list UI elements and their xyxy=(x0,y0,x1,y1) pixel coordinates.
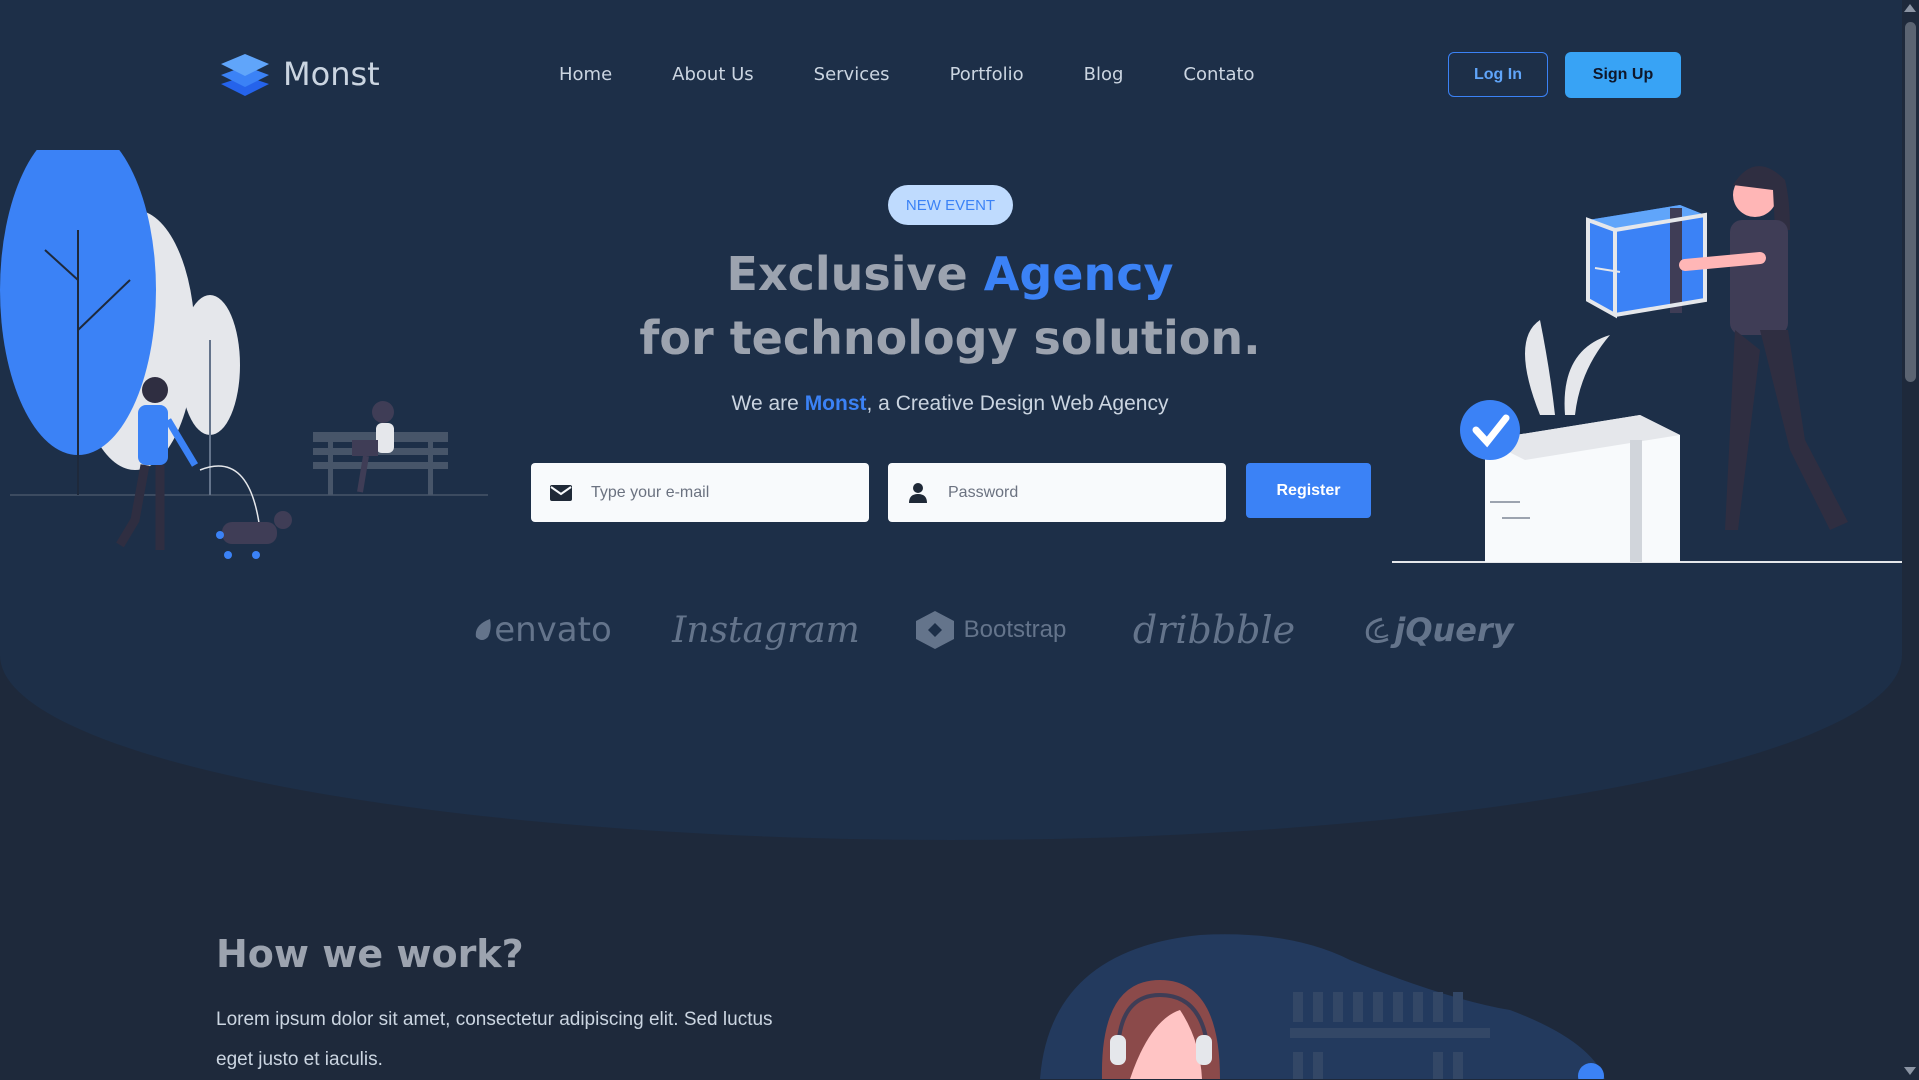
bootstrap-icon xyxy=(915,611,954,649)
partner-logos: envato Instagram Bootstrap dribbble jQue… xyxy=(430,600,1550,660)
bootstrap-logo: Bootstrap xyxy=(878,600,1102,660)
brand-logo[interactable]: Monst xyxy=(219,50,380,98)
leaf-icon xyxy=(475,619,491,640)
email-placeholder: Type your e-mail xyxy=(591,483,710,501)
envato-logo: envato xyxy=(430,600,654,660)
register-button[interactable]: Register xyxy=(1246,463,1371,518)
layers-icon xyxy=(221,54,269,96)
nav-services[interactable]: Services xyxy=(814,64,890,85)
password-field[interactable]: Password xyxy=(888,463,1226,522)
swirl-icon xyxy=(1366,617,1389,644)
tagline-suffix: , a Creative Design Web Agency xyxy=(866,392,1169,415)
nav-contato[interactable]: Contato xyxy=(1183,64,1254,85)
dribbble-logo-text: dribbble xyxy=(1132,608,1296,652)
login-button[interactable]: Log In xyxy=(1448,52,1548,97)
user-icon xyxy=(888,482,948,503)
how-text: Lorem ipsum dolor sit amet, consectetur … xyxy=(216,1009,773,1070)
nav-portfolio[interactable]: Portfolio xyxy=(950,64,1024,85)
left-illustration xyxy=(0,150,488,559)
right-illustration xyxy=(1392,166,1902,563)
email-field[interactable]: Type your e-mail xyxy=(531,463,869,522)
envelope-icon xyxy=(531,484,591,501)
scrollbar-thumb[interactable] xyxy=(1905,22,1916,382)
instagram-logo-text: Instagram xyxy=(672,609,860,651)
scrollbar[interactable] xyxy=(1902,0,1919,1079)
nav-about-us[interactable]: About Us xyxy=(672,64,754,85)
scroll-down-arrow-icon[interactable] xyxy=(1904,1067,1916,1075)
support-illustration xyxy=(1040,934,1605,1079)
main-nav: Home About Us Services Portfolio Blog Co… xyxy=(559,64,1315,85)
nav-home[interactable]: Home xyxy=(559,64,612,85)
jquery-logo-text: jQuery xyxy=(1394,611,1514,649)
event-badge: NEW EVENT xyxy=(888,185,1013,225)
dribbble-logo: dribbble xyxy=(1102,600,1326,660)
brand-name: Monst xyxy=(283,55,380,93)
headline-part1: Exclusive xyxy=(726,247,984,301)
how-title: How we work? xyxy=(216,932,524,976)
scroll-up-arrow-icon[interactable] xyxy=(1904,4,1916,12)
hero-headline: Exclusive Agency for technology solution… xyxy=(600,242,1300,370)
headline-accent: Agency xyxy=(983,247,1174,301)
tagline-brand: Monst xyxy=(804,392,867,415)
signup-button[interactable]: Sign Up xyxy=(1565,52,1681,98)
bootstrap-logo-text: Bootstrap xyxy=(963,616,1067,643)
instagram-logo: Instagram xyxy=(654,600,878,660)
password-placeholder: Password xyxy=(948,483,1019,501)
hero-tagline: We are Monst, a Creative Design Web Agen… xyxy=(600,392,1300,416)
nav-blog[interactable]: Blog xyxy=(1084,64,1124,85)
headline-line2: for technology solution. xyxy=(639,311,1261,365)
envato-logo-text: envato xyxy=(494,610,612,650)
tagline-prefix: We are xyxy=(731,392,805,415)
jquery-logo: jQuery xyxy=(1326,600,1550,660)
